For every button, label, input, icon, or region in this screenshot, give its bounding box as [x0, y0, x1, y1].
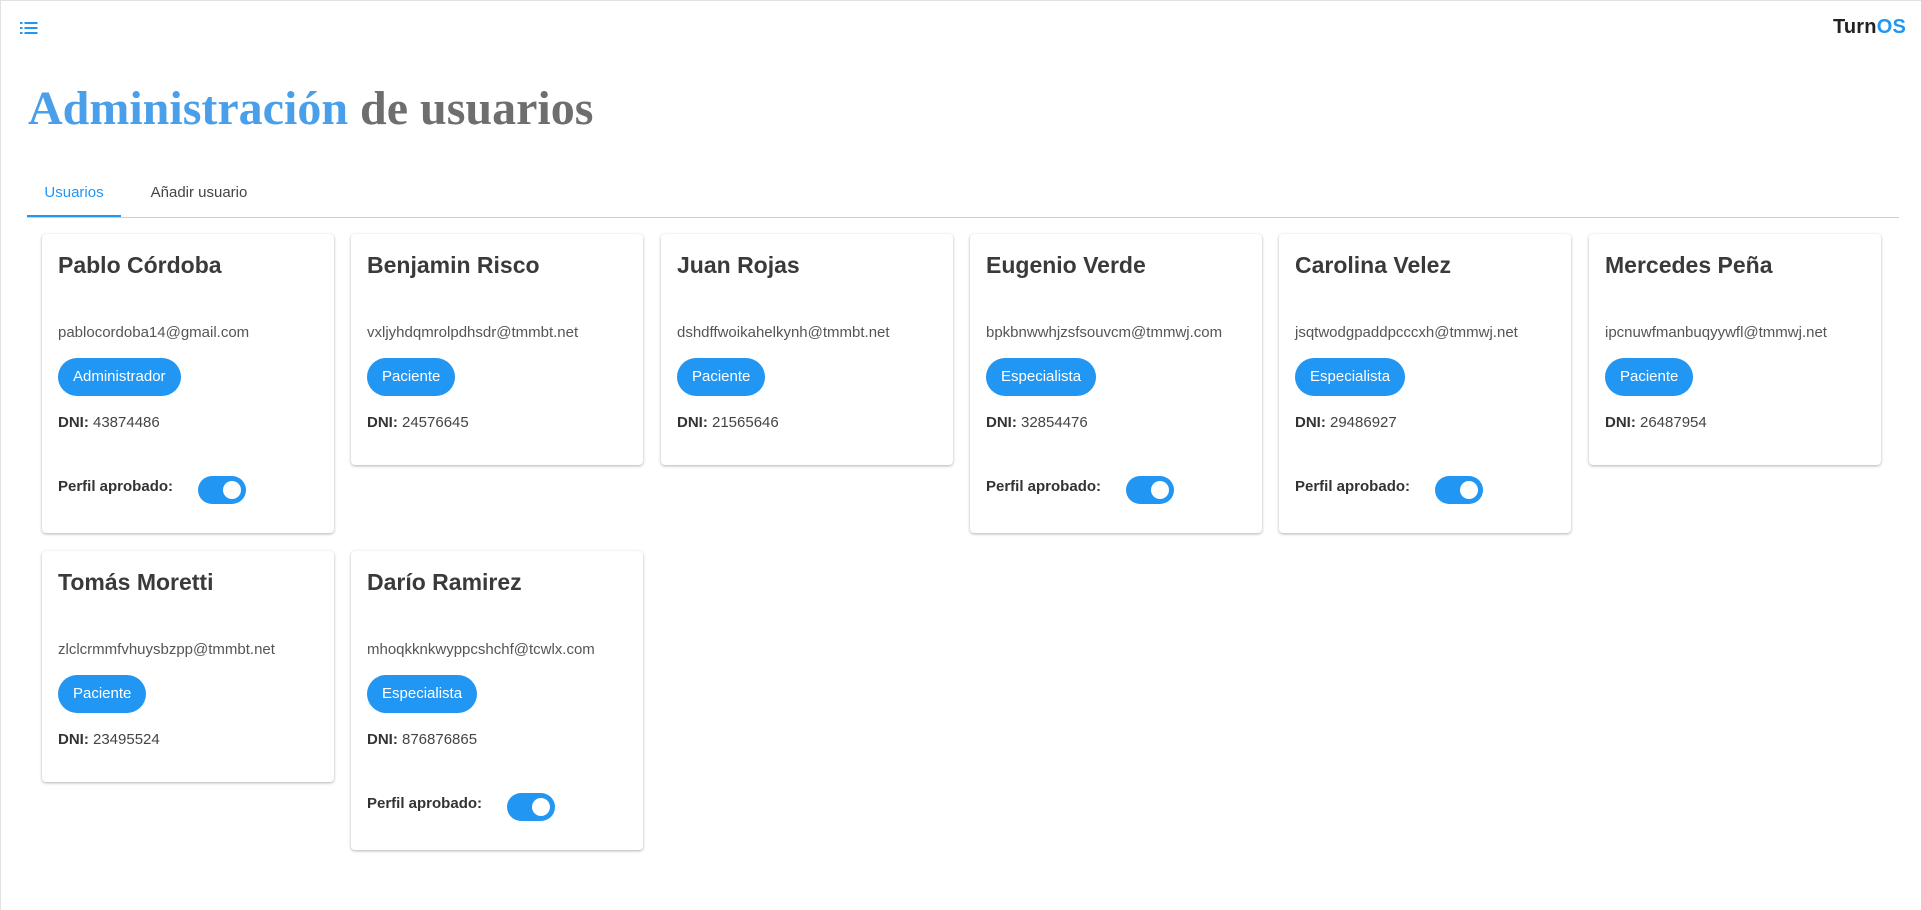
user-dni: DNI: 21565646: [677, 414, 779, 431]
user-card: Juan Rojas dshdffwoikahelkynh@tmmbt.net …: [661, 234, 953, 465]
dni-label: DNI:: [986, 414, 1017, 431]
user-dni: DNI: 26487954: [1605, 414, 1707, 431]
page-title: Administración de usuarios: [28, 81, 593, 137]
page-title-part1: Administración: [28, 82, 349, 135]
user-name: Juan Rojas: [677, 252, 800, 278]
toggle-knob: [1151, 481, 1169, 499]
approved-label: Perfil aprobado:: [1295, 478, 1411, 495]
user-card: Tomás Moretti zlclcrmmfvhuysbzpp@tmmbt.n…: [42, 551, 334, 782]
user-email: vxljyhdqmrolpdhsdr@tmmbt.net: [367, 324, 579, 341]
dni-value: 21565646: [712, 414, 779, 431]
user-card: Darío Ramirez mhoqkknkwyppcshchf@tcwlx.c…: [351, 551, 643, 850]
role-chip[interactable]: Especialista: [986, 358, 1097, 396]
user-name: Benjamin Risco: [367, 252, 540, 278]
user-email: ipcnuwfmanbuqyywfl@tmmwj.net: [1605, 324, 1827, 341]
user-email: bpkbnwwhjzsfsouvcm@tmmwj.com: [986, 324, 1223, 341]
user-card: Mercedes Peña ipcnuwfmanbuqyywfl@tmmwj.n…: [1589, 234, 1881, 465]
role-chip[interactable]: Paciente: [58, 675, 147, 713]
user-email: zlclcrmmfvhuysbzpp@tmmbt.net: [58, 641, 275, 658]
user-dni: DNI: 29486927: [1295, 414, 1397, 431]
role-chip[interactable]: Especialista: [1295, 358, 1406, 396]
dni-value: 23495524: [93, 731, 160, 748]
tab-anadir-usuario[interactable]: Añadir usuario: [137, 172, 261, 217]
role-chip[interactable]: Paciente: [367, 358, 456, 396]
dni-label: DNI:: [677, 414, 708, 431]
approved-label: Perfil aprobado:: [367, 795, 483, 812]
role-chip[interactable]: Administrador: [58, 358, 181, 396]
approved-label: Perfil aprobado:: [986, 478, 1102, 495]
user-name: Tomás Moretti: [58, 569, 214, 595]
list-menu-icon[interactable]: [20, 21, 38, 35]
user-email: mhoqkknkwyppcshchf@tcwlx.com: [367, 641, 595, 658]
user-email: pablocordoba14@gmail.com: [58, 324, 250, 341]
dni-label: DNI:: [58, 731, 89, 748]
top-bar: TurnOS: [1, 1, 1921, 55]
approved-toggle[interactable]: [1435, 476, 1483, 504]
toggle-knob: [223, 481, 241, 499]
user-card: Pablo Córdoba pablocordoba14@gmail.com A…: [42, 234, 334, 533]
dni-value: 876876865: [402, 731, 478, 748]
user-dni: DNI: 32854476: [986, 414, 1088, 431]
dni-label: DNI:: [367, 414, 398, 431]
role-chip[interactable]: Paciente: [677, 358, 766, 396]
brand-part2: OS: [1876, 16, 1906, 38]
user-name: Darío Ramirez: [367, 569, 522, 595]
user-email: dshdffwoikahelkynh@tmmbt.net: [677, 324, 890, 341]
page-title-part2: de usuarios: [360, 82, 594, 135]
user-name: Mercedes Peña: [1605, 252, 1773, 278]
user-card: Eugenio Verde bpkbnwwhjzsfsouvcm@tmmwj.c…: [970, 234, 1262, 533]
role-chip[interactable]: Especialista: [367, 675, 478, 713]
tab-usuarios[interactable]: Usuarios: [27, 172, 121, 217]
approved-toggle[interactable]: [1126, 476, 1174, 504]
dni-label: DNI:: [1605, 414, 1636, 431]
dni-value: 43874486: [93, 414, 160, 431]
brand-logo: TurnOS: [1833, 16, 1906, 39]
dni-value: 24576645: [402, 414, 469, 431]
user-name: Pablo Córdoba: [58, 252, 222, 278]
toggle-knob: [1460, 481, 1478, 499]
user-name: Eugenio Verde: [986, 252, 1146, 278]
dni-value: 26487954: [1640, 414, 1707, 431]
approved-toggle[interactable]: [198, 476, 246, 504]
tab-bar: Usuarios Añadir usuario: [27, 172, 1899, 218]
dni-value: 32854476: [1021, 414, 1088, 431]
brand-part1: Turn: [1832, 16, 1877, 38]
user-name: Carolina Velez: [1295, 252, 1451, 278]
user-dni: DNI: 876876865: [367, 731, 477, 748]
dni-label: DNI:: [367, 731, 398, 748]
user-dni: DNI: 24576645: [367, 414, 469, 431]
user-dni: DNI: 23495524: [58, 731, 160, 748]
approved-label: Perfil aprobado:: [58, 478, 174, 495]
user-card: Benjamin Risco vxljyhdqmrolpdhsdr@tmmbt.…: [351, 234, 643, 465]
toggle-knob: [532, 798, 550, 816]
dni-label: DNI:: [1295, 414, 1326, 431]
approved-toggle[interactable]: [507, 793, 555, 821]
dni-value: 29486927: [1330, 414, 1397, 431]
role-chip[interactable]: Paciente: [1605, 358, 1694, 396]
page: TurnOS Administración de usuarios Usuari…: [0, 0, 1921, 910]
user-dni: DNI: 43874486: [58, 414, 160, 431]
user-card: Carolina Velez jsqtwodgpaddpcccxh@tmmwj.…: [1279, 234, 1571, 533]
user-email: jsqtwodgpaddpcccxh@tmmwj.net: [1295, 324, 1518, 341]
dni-label: DNI:: [58, 414, 89, 431]
